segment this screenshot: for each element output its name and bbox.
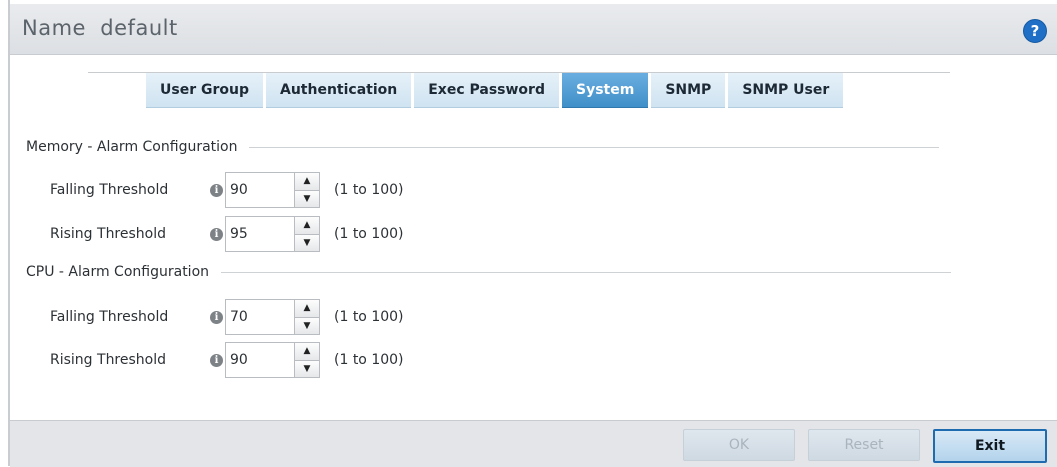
memory-section-title: Memory - Alarm Configuration [26,139,238,155]
help-icon[interactable]: ? [1023,19,1047,43]
cpu-falling-stepper: ▲ ▼ [225,299,320,335]
dialog-footer: OK Reset Exit [10,420,1057,467]
tab-snmp-user[interactable]: SNMP User [728,73,844,108]
cpu-section-header: CPU - Alarm Configuration [26,264,952,280]
dialog-title: Name default [22,16,178,40]
info-icon[interactable]: i [210,227,223,241]
cpu-rising-stepper: ▲ ▼ [225,342,320,378]
info-icon[interactable]: i [210,183,223,197]
section-divider [249,146,940,148]
memory-falling-label: Falling Threshold [50,182,169,198]
memory-section-header: Memory - Alarm Configuration [26,139,940,155]
cpu-rising-range: (1 to 100) [334,352,404,368]
memory-falling-input[interactable] [226,173,294,207]
ok-button[interactable]: OK [683,429,795,461]
exit-button[interactable]: Exit [933,429,1047,463]
tab-authentication[interactable]: Authentication [265,73,412,108]
memory-rising-range: (1 to 100) [334,226,404,242]
memory-rising-row: Rising Threshold i ▲ ▼ (1 to 100) [50,216,404,252]
increment-arrow-icon[interactable]: ▲ [295,300,319,317]
tab-exec-password[interactable]: Exec Password [414,73,559,108]
cpu-falling-input[interactable] [226,300,294,334]
memory-rising-input[interactable] [226,217,294,251]
memory-rising-stepper: ▲ ▼ [225,216,320,252]
tab-snmp[interactable]: SNMP [651,73,726,108]
dialog-header: Name default ? [10,4,1057,55]
reset-button[interactable]: Reset [808,429,920,461]
increment-arrow-icon[interactable]: ▲ [295,173,319,190]
cpu-rising-row: Rising Threshold i ▲ ▼ (1 to 100) [50,342,404,378]
tab-system[interactable]: System [561,73,649,108]
memory-falling-row: Falling Threshold i ▲ ▼ (1 to 100) [50,172,404,208]
info-icon[interactable]: i [210,353,223,367]
memory-falling-range: (1 to 100) [334,182,404,198]
decrement-arrow-icon[interactable]: ▼ [295,189,319,207]
decrement-arrow-icon[interactable]: ▼ [295,359,319,377]
cpu-falling-range: (1 to 100) [334,309,404,325]
tab-user-group[interactable]: User Group [146,73,263,108]
memory-rising-label: Rising Threshold [50,226,167,242]
increment-arrow-icon[interactable]: ▲ [295,343,319,360]
tab-bar: User Group Authentication Exec Password … [146,73,844,108]
left-border [8,0,10,466]
memory-falling-stepper: ▲ ▼ [225,172,320,208]
cpu-falling-label: Falling Threshold [50,309,169,325]
cpu-rising-input[interactable] [226,343,294,377]
increment-arrow-icon[interactable]: ▲ [295,217,319,234]
info-icon[interactable]: i [210,310,223,324]
cpu-section-title: CPU - Alarm Configuration [26,264,210,280]
decrement-arrow-icon[interactable]: ▼ [295,233,319,251]
section-divider [221,271,952,273]
cpu-falling-row: Falling Threshold i ▲ ▼ (1 to 100) [50,299,404,335]
decrement-arrow-icon[interactable]: ▼ [295,316,319,334]
cpu-rising-label: Rising Threshold [50,352,167,368]
